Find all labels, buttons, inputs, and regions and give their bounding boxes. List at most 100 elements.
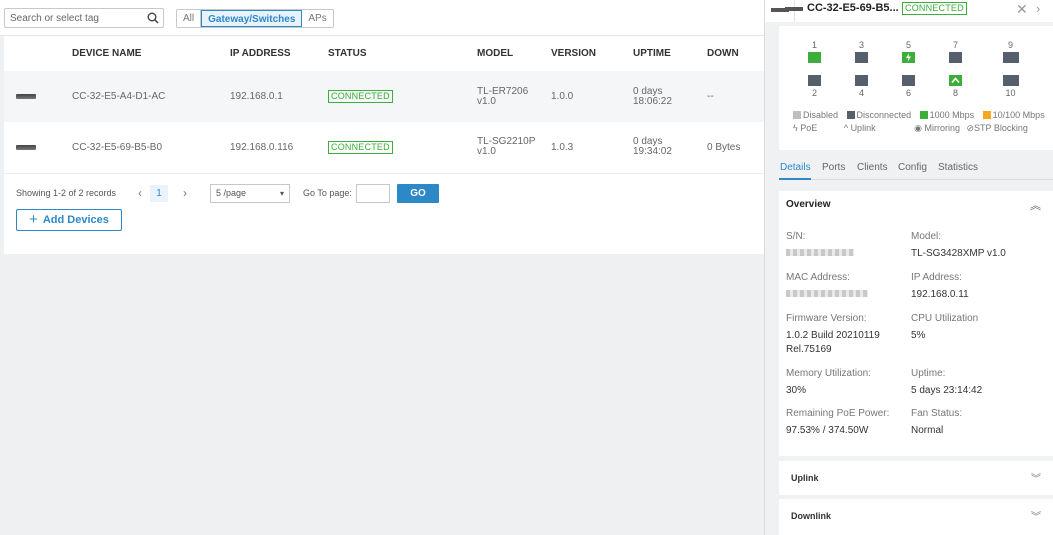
ip-address-cell: 192.168.0.116 [230,122,328,174]
port-9[interactable]: 9 [1003,40,1019,65]
model-value: TL-SG3428XMP v1.0 [911,248,1006,259]
search-icon[interactable] [147,12,159,24]
port-7[interactable]: 7 [948,40,963,65]
down-cell: -- [707,71,764,122]
device-name-cell: CC-32-E5-69-B5-B0 [72,122,230,174]
downlink-section[interactable]: Downlink ︾ [779,499,1053,535]
port-disconnected-icon [808,75,821,86]
port-legend-row-2: ϟ PoE ^ Uplink ◉ Mirroring ⊘STP Blocking [793,123,1028,134]
disconnected-swatch [846,111,855,119]
detail-status-badge: CONNECTED [902,2,967,15]
goto-page-input[interactable] [356,184,390,203]
tab-ports[interactable]: Ports [822,162,845,173]
page-number-1[interactable]: 1 [150,185,168,202]
device-table: DEVICE NAME IP ADDRESS STATUS MODEL VERS… [4,36,764,174]
port-6[interactable]: 6 [901,73,916,98]
model-version: v1.0 [477,95,496,107]
header-device-name[interactable]: DEVICE NAME [72,36,230,71]
uptime-cell: 0 days 19:34:02 [633,122,707,174]
close-icon[interactable]: ✕ [1016,1,1028,18]
tab-statistics[interactable]: Statistics [938,162,978,173]
legend-uplink: Uplink [850,123,876,133]
header-down[interactable]: DOWN [707,36,764,71]
filter-gateway-switches[interactable]: Gateway/Switches [201,10,303,27]
tab-details[interactable]: Details [780,162,811,173]
port-number: 10 [1005,88,1016,98]
uplink-icon: ^ [843,123,849,133]
port-link-1000-icon [808,52,821,63]
port-4[interactable]: 4 [854,73,869,98]
collapse-icon[interactable]: ︽ [1030,197,1041,213]
detail-device-title: CC-32-E5-69-B5... [807,2,899,14]
tab-config[interactable]: Config [898,162,927,173]
add-devices-button[interactable]: + Add Devices [16,209,122,231]
table-row[interactable]: CC-32-E5-A4-D1-AC 192.168.0.1 CONNECTED … [4,71,764,122]
ip-field: IP Address: 192.168.0.11 [911,271,969,301]
port-panel: 1 3 5 7 9 2 4 6 8 10 Disabled Disconnect… [779,26,1053,150]
cpu-label: CPU Utilization [911,313,979,324]
port-number: 4 [858,88,864,98]
expand-icon[interactable]: ︾ [1031,508,1041,523]
memory-label: Memory Utilization: [786,368,872,379]
uptime-field: Uptime: 5 days 23:14:42 [911,367,982,397]
port-number: 3 [858,40,864,50]
model-cell: TL-ER7206 v1.0 [477,71,551,122]
device-detail-panel: CC-32-E5-69-B5... CONNECTED ✕ › 1 3 5 7 … [764,0,1053,535]
port-number: 6 [905,88,911,98]
model-name: TL-ER7206 [477,85,529,97]
port-10[interactable]: 10 [1003,73,1019,98]
legend-stp: STP Blocking [974,123,1028,133]
device-table-card: DEVICE NAME IP ADDRESS STATUS MODEL VERS… [4,36,764,254]
version-cell: 1.0.3 [551,122,633,174]
device-type-filter: All Gateway/Switches APs [176,9,334,28]
port-disconnected-icon [855,52,868,63]
down-cell: 0 Bytes [707,122,764,174]
expand-icon[interactable]: ︾ [1031,470,1041,485]
prev-page-icon[interactable]: ‹ [132,186,148,200]
speed-10-100-swatch [982,111,991,119]
eye-icon: ◉ [914,123,922,133]
device-name-cell: CC-32-E5-A4-D1-AC [72,71,230,122]
tab-clients[interactable]: Clients [857,162,888,173]
device-thumbnail [765,0,795,22]
table-row[interactable]: CC-32-E5-69-B5-B0 192.168.0.116 CONNECTE… [4,122,764,174]
legend-10-100: 10/100 Mbps [992,110,1045,120]
uptime-label: Uptime: [911,368,946,379]
chevron-right-icon[interactable]: › [1036,1,1040,16]
go-button[interactable]: GO [397,184,439,203]
filter-toolbar: All Gateway/Switches APs [0,0,764,36]
port-8[interactable]: 8 [948,73,963,98]
legend-disconnected: Disconnected [856,110,912,120]
speed-1000-swatch [919,111,928,119]
page-size-select[interactable]: 5 /page ▾ [210,184,290,203]
port-legend-row-1: Disabled Disconnected 1000 Mbps 10/100 M… [793,110,1045,120]
detail-header: CC-32-E5-69-B5... CONNECTED ✕ › [765,0,1053,22]
mac-field: MAC Address: [786,271,868,301]
records-count: Showing 1-2 of 2 records [16,188,117,198]
memory-value: 30% [786,385,807,396]
disabled-swatch [793,111,801,119]
tag-search-input[interactable] [5,9,139,27]
port-disconnected-icon [902,75,915,86]
filter-all[interactable]: All [177,10,202,27]
tag-search[interactable] [4,8,164,28]
blocked-icon: ⊘ [966,123,975,133]
port-5[interactable]: 5 [901,40,916,65]
header-model[interactable]: MODEL [477,36,551,71]
ip-address-cell: 192.168.0.1 [230,71,328,122]
uptime-days: 0 days [633,85,663,97]
header-ip-address[interactable]: IP ADDRESS [230,36,328,71]
header-uptime[interactable]: UPTIME [633,36,707,71]
port-1[interactable]: 1 [807,40,822,65]
header-version[interactable]: VERSION [551,36,633,71]
plus-icon: + [29,211,38,228]
uplink-section[interactable]: Uplink ︾ [779,461,1053,495]
filter-aps[interactable]: APs [302,10,333,27]
next-page-icon[interactable]: › [177,186,193,200]
header-status[interactable]: STATUS [328,36,477,71]
port-disconnected-icon [949,52,962,63]
port-2[interactable]: 2 [807,73,822,98]
port-number: 8 [952,88,958,98]
port-3[interactable]: 3 [854,40,869,65]
sn-label: S/N: [786,231,806,242]
